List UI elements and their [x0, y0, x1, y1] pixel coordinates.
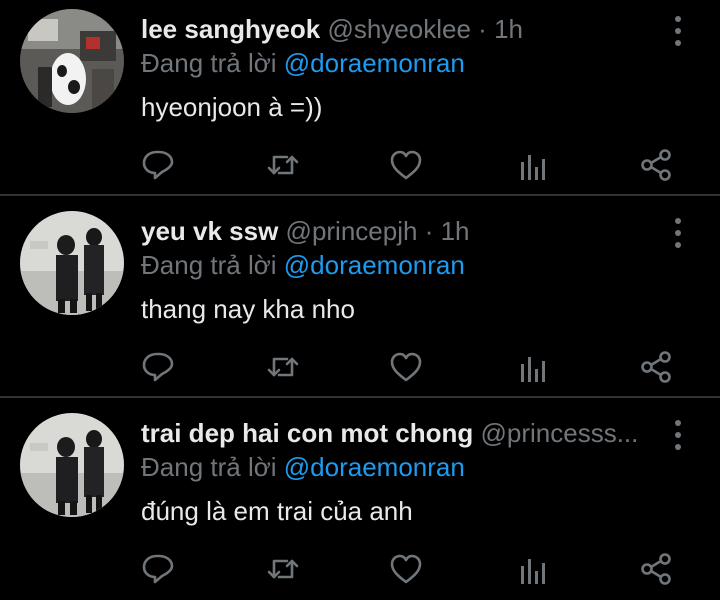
replying-to-line: Đang trả lời @doraemonran: [141, 452, 465, 482]
replying-prefix: Đang trả lời: [141, 452, 284, 482]
tweet-header: lee sanghyeok @shyeoklee · 1h: [141, 14, 661, 44]
avatar[interactable]: [20, 211, 124, 315]
reply-feed: lee sanghyeok @shyeoklee · 1h Đang trả l…: [0, 0, 720, 600]
replying-mention-link[interactable]: @doraemonran: [284, 452, 465, 482]
action-bar: [0, 551, 720, 587]
more-vertical-icon[interactable]: [668, 418, 688, 452]
share-nodes-icon[interactable]: [638, 551, 674, 587]
action-bar: [0, 349, 720, 385]
replying-mention-link[interactable]: @doraemonran: [284, 250, 465, 280]
replying-to-line: Đang trả lời @doraemonran: [141, 48, 465, 78]
separator-dot: ·: [478, 14, 487, 44]
user-handle[interactable]: @princesss...: [480, 418, 638, 448]
reply-bubble-icon[interactable]: [140, 551, 176, 587]
heart-icon[interactable]: [388, 349, 424, 385]
tweet-text: hyeonjoon à =)): [141, 92, 323, 122]
display-name[interactable]: trai dep hai con mot chong: [141, 418, 473, 448]
replying-to-line: Đang trả lời @doraemonran: [141, 250, 465, 280]
retweet-arrows-icon[interactable]: [265, 551, 301, 587]
more-vertical-icon[interactable]: [668, 14, 688, 48]
display-name[interactable]: lee sanghyeok: [141, 14, 320, 44]
share-nodes-icon[interactable]: [638, 147, 674, 183]
reply-tweet[interactable]: yeu vk ssw @princepjh · 1h Đang trả lời …: [0, 194, 720, 396]
reply-tweet[interactable]: trai dep hai con mot chong @princesss...…: [0, 396, 720, 598]
tweet-header: trai dep hai con mot chong @princesss...: [141, 418, 661, 448]
replying-prefix: Đang trả lời: [141, 48, 284, 78]
retweet-arrows-icon[interactable]: [265, 147, 301, 183]
tweet-text: thang nay kha nho: [141, 294, 355, 324]
separator-dot: ·: [424, 216, 434, 246]
user-handle[interactable]: @princepjh: [286, 216, 418, 246]
replying-prefix: Đang trả lời: [141, 250, 284, 280]
analytics-bars-icon[interactable]: [515, 551, 551, 587]
tweet-text: đúng là em trai của anh: [141, 496, 413, 526]
action-bar: [0, 147, 720, 183]
heart-icon[interactable]: [388, 147, 424, 183]
tweet-header: yeu vk ssw @princepjh · 1h: [141, 216, 661, 246]
display-name[interactable]: yeu vk ssw: [141, 216, 278, 246]
reply-bubble-icon[interactable]: [140, 147, 176, 183]
reply-tweet[interactable]: lee sanghyeok @shyeoklee · 1h Đang trả l…: [0, 0, 720, 194]
user-handle[interactable]: @shyeoklee: [327, 14, 470, 44]
avatar[interactable]: [20, 9, 124, 113]
analytics-bars-icon[interactable]: [515, 147, 551, 183]
more-vertical-icon[interactable]: [668, 216, 688, 250]
avatar[interactable]: [20, 413, 124, 517]
heart-icon[interactable]: [388, 551, 424, 587]
timestamp[interactable]: 1h: [441, 216, 470, 246]
analytics-bars-icon[interactable]: [515, 349, 551, 385]
retweet-arrows-icon[interactable]: [265, 349, 301, 385]
timestamp[interactable]: 1h: [494, 14, 523, 44]
replying-mention-link[interactable]: @doraemonran: [284, 48, 465, 78]
reply-bubble-icon[interactable]: [140, 349, 176, 385]
share-nodes-icon[interactable]: [638, 349, 674, 385]
